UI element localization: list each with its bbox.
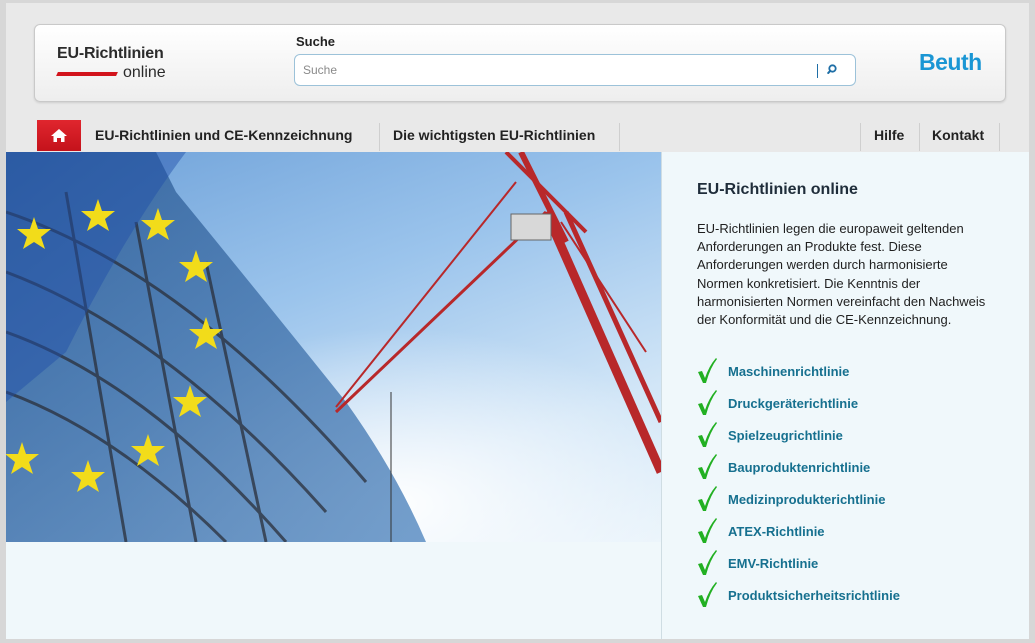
checkmark-icon	[698, 358, 717, 383]
search-divider	[817, 64, 818, 78]
hero-footer-area	[6, 542, 661, 639]
hero-illustration	[6, 152, 661, 542]
nav-item-kontakt[interactable]: Kontakt	[932, 120, 984, 151]
checkmark-icon	[698, 390, 717, 415]
nav-item-eu-richtlinien-ce[interactable]: EU-Richtlinien und CE-Kennzeichnung	[95, 120, 352, 151]
checkmark-icon	[698, 486, 717, 511]
page: EU-Richtlinien online Suche Beuth EU-Ric…	[6, 3, 1029, 639]
link-emv-richtlinie[interactable]: EMV-Richtlinie	[728, 556, 818, 571]
search-button[interactable]	[824, 61, 842, 79]
hero-image	[6, 152, 661, 542]
link-maschinenrichtlinie[interactable]: Maschinenrichtlinie	[728, 364, 849, 379]
header-bar: EU-Richtlinien online Suche Beuth	[34, 24, 1006, 102]
checkmark-icon	[698, 422, 717, 447]
nav-item-hilfe[interactable]: Hilfe	[874, 120, 904, 151]
logo-red-bar	[56, 72, 118, 76]
search-field	[294, 54, 856, 86]
checkmark-icon	[698, 454, 717, 479]
beuth-logo[interactable]: Beuth	[919, 49, 982, 76]
logo-title: EU-Richtlinien	[57, 45, 164, 62]
nav-divider	[999, 123, 1000, 151]
nav-home-button[interactable]	[37, 120, 81, 151]
logo-subtitle: online	[123, 64, 166, 81]
link-bauproduktenrichtlinie[interactable]: Bauproduktenrichtlinie	[728, 460, 870, 475]
checkmark-icon	[698, 518, 717, 543]
nav-item-wichtigste-richtlinien[interactable]: Die wichtigsten EU-Richtlinien	[393, 120, 595, 151]
main-nav: EU-Richtlinien und CE-Kennzeichnung Die …	[34, 120, 1005, 153]
link-medizinprodukterichtlinie[interactable]: Medizinprodukterichtlinie	[728, 492, 885, 507]
nav-divider	[919, 123, 920, 151]
link-druckgeraeterichtlinie[interactable]: Druckgeräterichtlinie	[728, 396, 858, 411]
site-logo[interactable]: EU-Richtlinien online	[56, 45, 187, 85]
home-icon	[51, 129, 67, 142]
crane-cab	[510, 213, 552, 241]
sidebar-description: EU-Richtlinien legen die europaweit gelt…	[697, 221, 986, 328]
sidebar: EU-Richtlinien online EU-Richtlinien leg…	[662, 152, 1029, 639]
link-spielzeugrichtlinie[interactable]: Spielzeugrichtlinie	[728, 428, 843, 443]
nav-divider	[860, 123, 861, 151]
sidebar-title: EU-Richtlinien online	[697, 181, 858, 198]
checkmark-icon	[698, 582, 717, 607]
search-label: Suche	[296, 34, 336, 49]
nav-divider	[379, 123, 380, 151]
link-atex-richtlinie[interactable]: ATEX-Richtlinie	[728, 524, 825, 539]
checkmark-icon	[698, 550, 717, 575]
nav-divider	[619, 123, 620, 151]
search-input[interactable]	[303, 61, 803, 79]
search-icon	[827, 64, 837, 74]
link-produktsicherheitsrichtlinie[interactable]: Produktsicherheitsrichtlinie	[728, 588, 900, 603]
